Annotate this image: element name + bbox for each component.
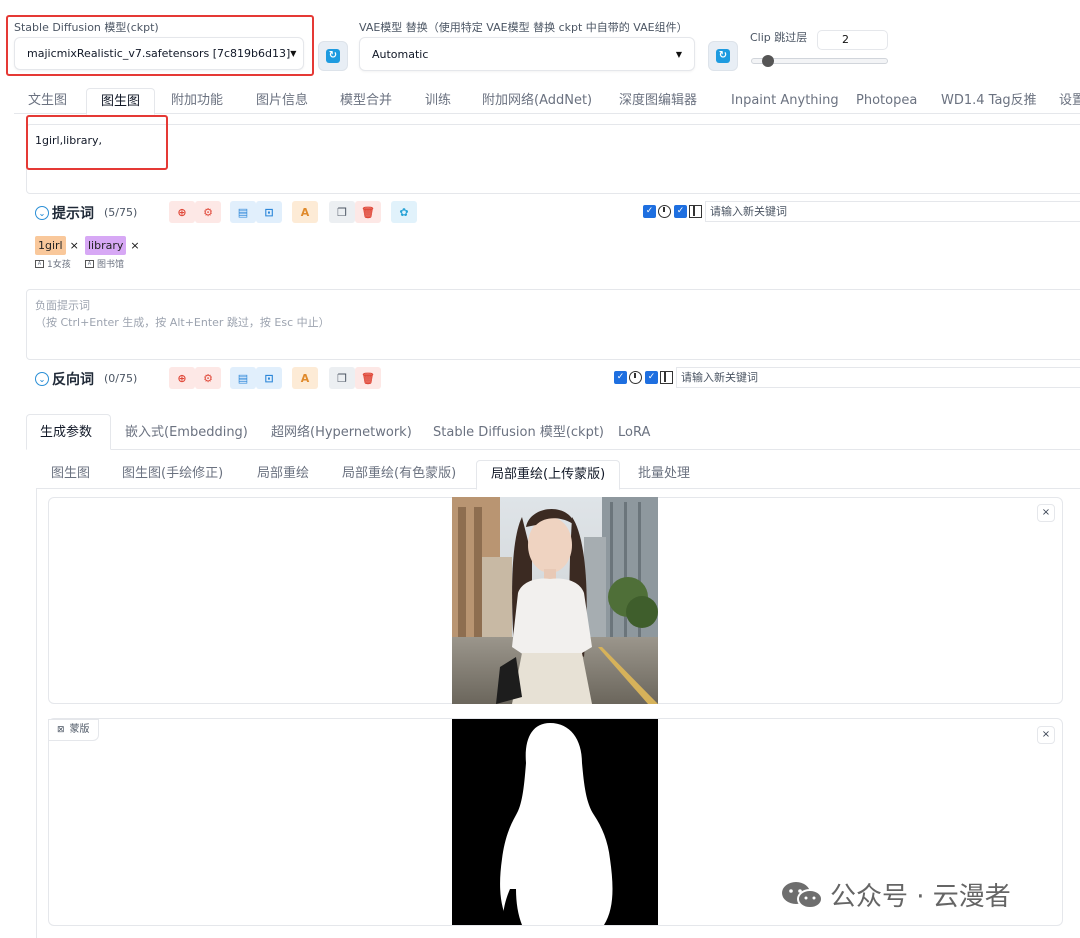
refresh-icon: ↻ [326,49,340,63]
tab-wd14-tagger[interactable]: WD1.4 Tag反推 [939,88,1039,114]
edit-icon[interactable]: A [292,201,318,223]
tab-sketch[interactable]: 图生图(手绘修正) [122,460,223,488]
panel-icon[interactable] [689,205,702,218]
negative-placeholder-hint: （按 Ctrl+Enter 生成，按 Alt+Enter 跳过，按 Esc 中止… [35,316,330,329]
translate-mini-icon: A [85,259,94,268]
chevron-down-icon: ⌄ [35,206,49,220]
panel-icon[interactable] [660,371,673,384]
negative-placeholder: 负面提示词 [35,299,90,312]
ckpt-refresh-button[interactable]: ↻ [318,41,348,71]
tab-png-info[interactable]: 图片信息 [254,88,310,114]
chevron-down-icon: ▼ [675,49,682,59]
tab-txt2img[interactable]: 文生图 [26,88,69,114]
clock-icon[interactable] [629,371,642,384]
gear-icon[interactable]: ⚙ [195,367,221,389]
image-icon: ⊠ [57,725,65,735]
tab-batch[interactable]: 批量处理 [638,460,690,488]
prompt-token-count: (5/75) [104,206,138,219]
divider [26,449,1080,450]
tab-img2img[interactable]: 图生图 [86,88,156,115]
close-icon[interactable]: × [70,236,79,255]
vae-value: Automatic [372,47,429,61]
tab-extras[interactable]: 附加功能 [169,88,225,114]
clock-icon[interactable] [658,205,671,218]
translate-icon[interactable]: ⊕ [169,367,195,389]
vae-label: VAE模型 替换（使用特定 VAE模型 替换 ckpt 中自带的 VAE组件） [359,21,688,34]
tab-hypernetwork[interactable]: 超网络(Hypernetwork) [271,419,412,447]
copy-icon[interactable]: ❐ [329,367,355,389]
source-image [452,497,658,704]
close-icon[interactable]: × [1037,726,1055,744]
wechat-icon [782,881,823,909]
option-checkbox[interactable]: ✓ [674,205,687,218]
prompt-title: 提示词 [52,206,94,222]
prompt-keyword-input[interactable]: 请输入新关键词 [705,201,1080,222]
gear-icon[interactable]: ⚙ [195,201,221,223]
clip-number-input[interactable]: 2 [817,30,888,50]
translate-mini-icon: A [35,259,44,268]
highlight-box-prompt [26,115,168,170]
tab-model-merge[interactable]: 模型合并 [338,88,394,114]
tab-settings[interactable]: 设置 [1057,88,1080,114]
chevron-down-icon: ⌄ [35,372,49,386]
tab-inpaint-upload[interactable]: 局部重绘(上传蒙版) [476,460,621,490]
tab-img2img-basic[interactable]: 图生图 [51,460,90,488]
negative-keyword-input[interactable]: 请输入新关键词 [676,367,1080,388]
tag-label: library [85,236,127,255]
prompt-toolbar-title[interactable]: ⌄ 提示词 [35,203,94,223]
negative-title: 反向词 [52,372,94,388]
auto-translate-checkbox[interactable]: ✓ [643,205,656,218]
tab-train[interactable]: 训练 [423,88,453,114]
tab-inpaint-sketch[interactable]: 局部重绘(有色蒙版) [342,460,456,488]
negative-toolbar-title[interactable]: ⌄ 反向词 [35,369,94,389]
tab-lora[interactable]: LoRA [618,419,650,447]
history-icon[interactable]: ▤ [230,201,256,223]
close-icon[interactable]: × [1037,504,1055,522]
bookmark-icon[interactable]: ⊡ [256,201,282,223]
mask-image [452,719,658,925]
tag-label: 1girl [35,236,66,255]
vae-refresh-button[interactable]: ↻ [708,41,738,71]
tab-photopea[interactable]: Photopea [854,88,919,114]
close-icon[interactable]: × [130,236,139,255]
tag-chip[interactable]: 1girl × [35,236,79,255]
tab-depth-editor[interactable]: 深度图编辑器 [617,88,699,114]
trash-icon[interactable]: 🗑 [355,201,381,223]
edit-icon[interactable]: A [292,367,318,389]
refresh-icon: ↻ [716,49,730,63]
tab-generation-params[interactable]: 生成参数 [40,419,92,447]
watermark: 公众号 · 云漫者 [780,876,1011,913]
clip-slider-handle[interactable] [762,55,774,67]
translate-icon[interactable]: ⊕ [169,201,195,223]
bookmark-icon[interactable]: ⊡ [256,367,282,389]
history-icon[interactable]: ▤ [230,367,256,389]
option-checkbox[interactable]: ✓ [645,371,658,384]
auto-translate-checkbox[interactable]: ✓ [614,371,627,384]
tab-checkpoints[interactable]: Stable Diffusion 模型(ckpt) [433,419,604,447]
highlight-box-ckpt [6,15,314,76]
clip-label: Clip 跳过层 [750,31,808,44]
mask-label: ⊠ 蒙版 [48,719,99,741]
vae-dropdown[interactable]: Automatic ▼ [359,37,695,71]
openai-icon[interactable]: ✿ [391,201,417,223]
main-tab-bar: 文生图 图生图 附加功能 图片信息 模型合并 训练 附加网络(AddNet) 深… [14,88,1080,115]
copy-icon[interactable]: ❐ [329,201,355,223]
tab-embedding[interactable]: 嵌入式(Embedding) [125,419,248,447]
trash-icon[interactable]: 🗑 [355,367,381,389]
tag-translation: A 1女孩 [35,257,71,270]
prompt-textarea[interactable] [26,124,1080,194]
tab-addnet[interactable]: 附加网络(AddNet) [480,88,594,114]
tab-inpaint-anything[interactable]: Inpaint Anything [729,88,841,114]
negative-token-count: (0/75) [104,372,138,385]
tab-inpaint[interactable]: 局部重绘 [257,460,309,488]
tag-chip[interactable]: library × [85,236,140,255]
tag-translation: A 图书馆 [85,257,124,270]
